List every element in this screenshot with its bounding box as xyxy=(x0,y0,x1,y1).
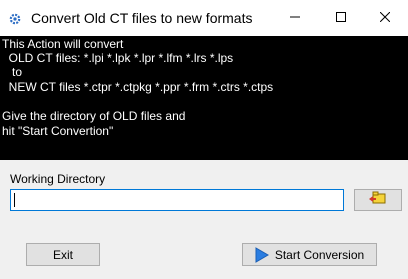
maximize-button[interactable] xyxy=(318,0,364,36)
start-conversion-button[interactable]: Start Conversion xyxy=(242,243,377,266)
info-line: This Action will convert xyxy=(2,37,124,51)
folder-browse-icon xyxy=(369,191,387,210)
working-directory-input[interactable] xyxy=(10,189,344,211)
gear-icon xyxy=(9,12,21,25)
info-line: to xyxy=(2,65,23,79)
minimize-icon xyxy=(290,9,300,27)
maximize-icon xyxy=(336,9,346,27)
info-line: Give the directory of OLD files and xyxy=(2,109,186,123)
close-button[interactable] xyxy=(362,0,408,36)
window-title: Convert Old CT files to new formats xyxy=(31,10,253,26)
browse-directory-button[interactable] xyxy=(354,189,402,211)
info-line: hit "Start Convertion" xyxy=(2,124,114,138)
info-panel: This Action will convert OLD CT files: *… xyxy=(0,36,408,160)
text-caret xyxy=(14,193,15,207)
start-conversion-label: Start Conversion xyxy=(274,247,365,262)
close-icon xyxy=(379,9,391,27)
play-icon xyxy=(255,246,269,263)
info-line: OLD CT files: *.lpi *.lpk *.lpr *.lfm *.… xyxy=(2,51,234,65)
converter-window: Convert Old CT files to new formats This… xyxy=(0,0,408,279)
info-line: NEW CT files *.ctpr *.ctpkg *.ppr *.frm … xyxy=(2,80,274,94)
exit-button[interactable]: Exit xyxy=(26,243,100,266)
minimize-button[interactable] xyxy=(272,0,318,36)
exit-button-label: Exit xyxy=(52,247,73,262)
title-bar[interactable]: Convert Old CT files to new formats xyxy=(0,0,408,36)
working-directory-label: Working Directory xyxy=(10,172,106,186)
